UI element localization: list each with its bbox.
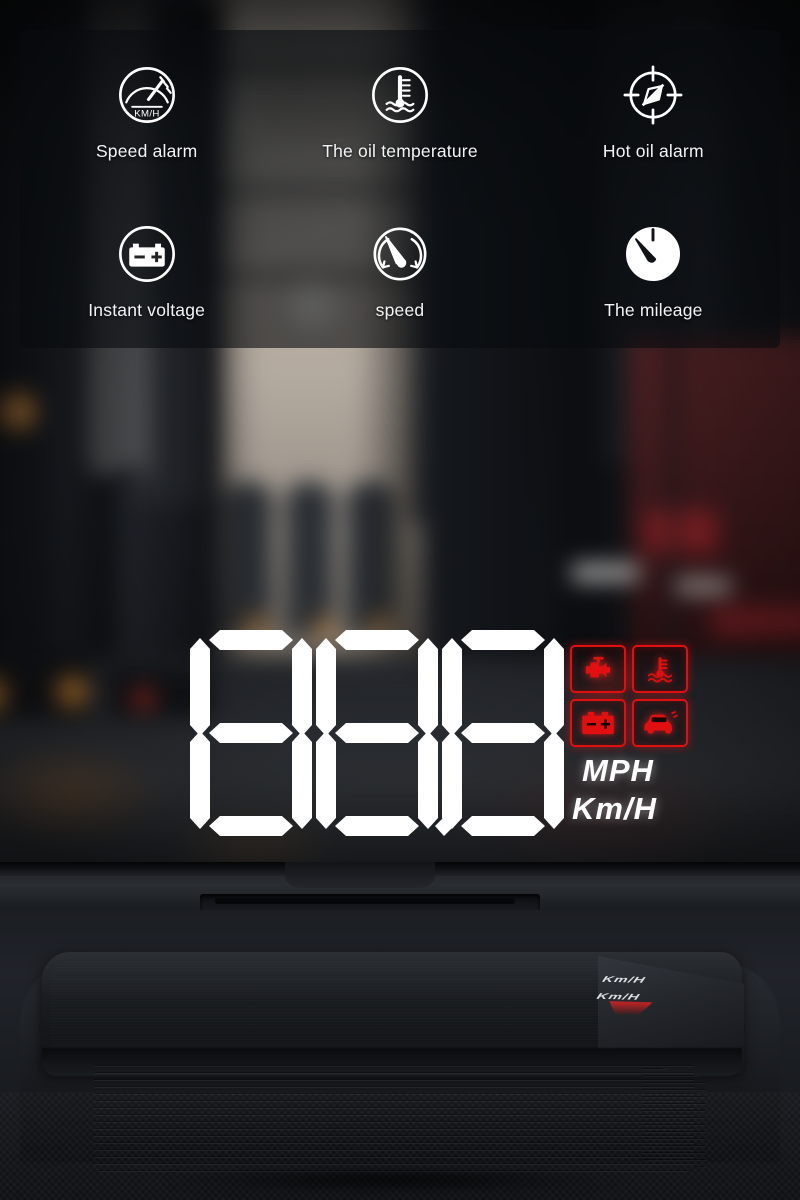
compass-crosshair-icon <box>616 58 690 132</box>
digit-1 <box>190 630 312 836</box>
feature-label: The mileage <box>604 299 703 320</box>
feature-grid: KM/H Speed alarm The oil temperature Hot… <box>20 30 780 348</box>
hud-projected-display <box>190 630 610 850</box>
taillight-glow <box>125 685 161 715</box>
battery-icon <box>110 217 184 291</box>
device-finned-body-side <box>642 1064 706 1168</box>
reflection-red-glow <box>605 1001 653 1015</box>
feature-item-speed-alarm[interactable]: KM/H Speed alarm <box>20 30 273 189</box>
defrost-vent-slot <box>215 898 515 904</box>
device-finned-body <box>94 1060 694 1172</box>
unit-kmh: Km/H <box>572 790 657 826</box>
white-sign <box>572 564 640 582</box>
feature-item-mileage[interactable]: The mileage <box>527 189 780 348</box>
digit-3 <box>442 630 564 836</box>
gauge-needle-icon <box>363 217 437 291</box>
feature-panel: KM/H Speed alarm The oil temperature Hot… <box>20 30 780 348</box>
warning-telltales <box>570 645 688 747</box>
unit-mph: MPH <box>582 753 654 788</box>
speedometer-kmh-icon: KM/H <box>110 58 184 132</box>
product-scene: KM/H Speed alarm The oil temperature Hot… <box>0 0 800 1200</box>
device-reflector-face <box>50 960 610 1058</box>
digit-2 <box>316 630 438 836</box>
feature-item-instant-voltage[interactable]: Instant voltage <box>20 189 273 348</box>
coolant-warning-icon <box>632 645 688 693</box>
engine-warning-icon <box>570 645 626 693</box>
feature-item-oil-temperature[interactable]: The oil temperature <box>273 30 526 189</box>
hud-unit-labels: MPH Km/H <box>572 755 657 824</box>
feature-label: The oil temperature <box>322 140 478 161</box>
device-surface-reflection: Km/H Km/H <box>591 975 713 1018</box>
car-warning-icon <box>632 699 688 747</box>
red-sign <box>712 606 800 638</box>
device-shadow <box>72 1162 712 1198</box>
odometer-dial-icon <box>616 217 690 291</box>
feature-item-hot-oil-alarm[interactable]: Hot oil alarm <box>527 30 780 189</box>
feature-label: Speed alarm <box>95 140 198 161</box>
reflection-text-line-1: Km/H <box>600 974 647 986</box>
coolant-thermometer-icon <box>363 58 437 132</box>
feature-label: Instant voltage <box>88 299 206 320</box>
feature-item-speed[interactable]: speed <box>273 189 526 348</box>
battery-warning-icon <box>570 699 626 747</box>
headlight-glow <box>50 672 95 713</box>
seven-segment-digits <box>190 630 568 836</box>
white-sign <box>670 578 731 594</box>
feature-label: speed <box>375 299 425 320</box>
mirror-stalk <box>285 862 435 888</box>
svg-text:KM/H: KM/H <box>134 108 160 119</box>
feature-label: Hot oil alarm <box>602 140 704 161</box>
red-sign <box>645 510 719 554</box>
